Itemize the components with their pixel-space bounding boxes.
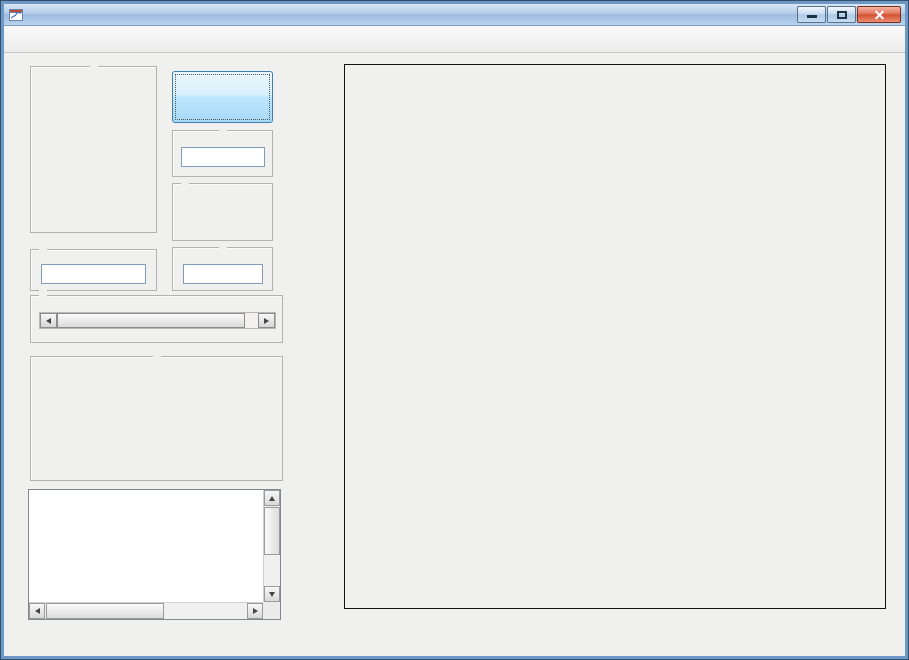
initial-conditions-panel (30, 350, 283, 481)
window-controls (797, 6, 901, 23)
scroll-left-button[interactable] (29, 603, 45, 619)
scrollbar-corner (263, 602, 280, 619)
maximize-button[interactable] (827, 6, 856, 23)
minimize-button[interactable] (797, 6, 826, 23)
left-arrow-icon (34, 608, 40, 614)
initial-conditions-title (152, 350, 161, 362)
plot-type-list (29, 490, 263, 602)
right-arrow-icon (252, 608, 258, 614)
listbox-vertical-scrollbar[interactable] (263, 490, 280, 602)
steps-panel (30, 243, 157, 291)
figure-toolbar (4, 26, 905, 53)
collision-angle-slider[interactable] (39, 312, 276, 329)
title-bar[interactable] (4, 4, 905, 26)
app-window (0, 0, 909, 660)
window-icon (8, 7, 24, 23)
maximize-icon (837, 11, 847, 19)
update-button[interactable] (172, 71, 273, 123)
scroll-down-button[interactable] (264, 586, 280, 602)
minimize-icon (807, 15, 817, 18)
down-arrow-icon (269, 591, 275, 597)
slider-thumb[interactable] (57, 313, 245, 328)
listbox-horizontal-scrollbar[interactable] (29, 602, 263, 619)
right-arrow-icon (264, 317, 269, 324)
y-axis-label (299, 65, 317, 608)
delta-value-panel (172, 124, 273, 177)
cutoff-input[interactable] (183, 264, 263, 284)
close-icon (874, 9, 885, 20)
scroll-up-button[interactable] (264, 490, 280, 506)
collision-angle-panel (30, 289, 283, 343)
atom-types-panel (30, 60, 157, 233)
contour-plot-canvas[interactable] (344, 64, 886, 609)
delta-value-input[interactable] (181, 147, 265, 167)
up-arrow-icon (269, 495, 275, 501)
steps-input[interactable] (41, 264, 146, 284)
calculation-type-panel (172, 177, 273, 241)
plot-type-listbox (28, 489, 281, 620)
horizontal-scroll-thumb[interactable] (46, 603, 164, 619)
left-arrow-icon (46, 317, 51, 324)
slider-right-arrow-button[interactable] (258, 313, 275, 328)
calculation-type-title (181, 177, 189, 189)
cutoff-panel (172, 241, 273, 291)
atom-types-title (89, 60, 98, 72)
scroll-right-button[interactable] (247, 603, 263, 619)
cutoff-title (218, 241, 227, 253)
close-button[interactable] (857, 6, 901, 23)
slider-left-arrow-button[interactable] (40, 313, 57, 328)
steps-title (39, 243, 47, 255)
delta-value-title (218, 124, 227, 136)
vertical-scroll-thumb[interactable] (264, 507, 280, 555)
